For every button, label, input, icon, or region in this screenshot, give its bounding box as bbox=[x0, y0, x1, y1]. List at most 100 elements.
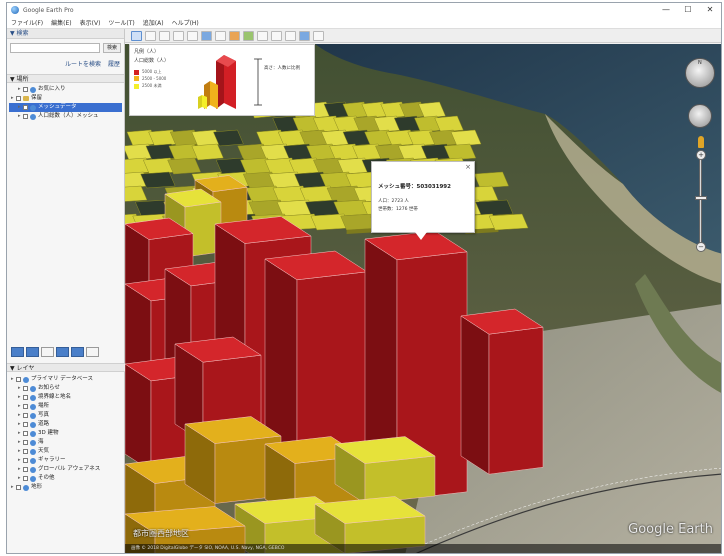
legend-entry-label: 2500 - 5000 bbox=[142, 76, 167, 81]
move-down-button[interactable] bbox=[71, 347, 84, 357]
menu-tools[interactable]: ツール(T) bbox=[108, 18, 134, 27]
path-button[interactable] bbox=[173, 30, 184, 41]
print-button[interactable] bbox=[285, 30, 296, 41]
street-view-pegman-icon[interactable] bbox=[698, 136, 704, 148]
image-overlay-button[interactable] bbox=[187, 30, 198, 41]
options-button[interactable] bbox=[86, 347, 99, 357]
zoom-out-button[interactable]: − bbox=[696, 242, 706, 252]
mesh-bar-face[interactable] bbox=[488, 326, 544, 475]
add-place-button[interactable] bbox=[11, 347, 24, 357]
layer-item[interactable]: ▸ 写真 bbox=[9, 411, 123, 420]
globe-icon bbox=[30, 448, 36, 455]
menu-view[interactable]: 表示(V) bbox=[80, 18, 101, 27]
move-up-button[interactable] bbox=[56, 347, 69, 357]
planets-button[interactable] bbox=[243, 30, 254, 41]
layer-item[interactable]: ▸ 境界線と地名 bbox=[9, 393, 123, 402]
historical-imagery-button[interactable] bbox=[215, 30, 226, 41]
legend-entry: 2500 未満 bbox=[134, 83, 161, 89]
layer-checkbox[interactable] bbox=[23, 404, 28, 409]
layer-label: ギャラリー bbox=[38, 457, 66, 463]
sunlight-button[interactable] bbox=[229, 30, 240, 41]
close-button[interactable]: ✕ bbox=[699, 3, 721, 17]
mesh-cell[interactable] bbox=[443, 143, 477, 161]
mesh-cell[interactable] bbox=[475, 199, 514, 217]
menu-file[interactable]: ファイル(F) bbox=[11, 18, 43, 27]
layer-item[interactable]: ▸ 場所 bbox=[9, 402, 123, 411]
sidebar-toggle-button[interactable] bbox=[131, 30, 142, 41]
layer-item[interactable]: ▸ ギャラリー bbox=[9, 456, 123, 465]
maximize-button[interactable]: ☐ bbox=[677, 3, 699, 17]
layer-checkbox[interactable] bbox=[23, 422, 28, 427]
history-link[interactable]: 履歴 bbox=[108, 61, 120, 68]
place-item[interactable]: ▸ お気に入り bbox=[9, 85, 122, 94]
layer-checkbox[interactable] bbox=[23, 386, 28, 391]
balloon-close-button[interactable]: × bbox=[465, 163, 471, 171]
place-checkbox[interactable] bbox=[23, 87, 28, 92]
mesh-cell[interactable] bbox=[191, 143, 224, 161]
mesh-cell[interactable] bbox=[488, 213, 529, 231]
layer-checkbox[interactable] bbox=[23, 476, 28, 481]
placemark-button[interactable] bbox=[145, 30, 156, 41]
menu-add[interactable]: 追加(A) bbox=[143, 18, 164, 27]
layer-item[interactable]: ▸ 海 bbox=[9, 438, 123, 447]
layer-checkbox[interactable] bbox=[23, 431, 28, 436]
3d-mesh-scene[interactable] bbox=[125, 44, 721, 553]
layer-item[interactable]: ▸ お知らせ bbox=[9, 384, 123, 393]
layers-tree: ▸ プライマリ データベース ▸ お知らせ ▸ 境界線と地名 ▸ 場所 ▸ 写真 ▸ 道路 ▸ 3D 建物… bbox=[7, 373, 125, 494]
ruler-button[interactable] bbox=[257, 30, 268, 41]
layer-checkbox[interactable] bbox=[23, 467, 28, 472]
zoom-in-button[interactable]: + bbox=[696, 150, 706, 160]
layer-item[interactable]: ▸ 地形 bbox=[9, 483, 123, 492]
layer-checkbox[interactable] bbox=[23, 440, 28, 445]
search-input[interactable] bbox=[10, 43, 100, 53]
move-joystick[interactable] bbox=[688, 104, 712, 128]
layer-checkbox[interactable] bbox=[23, 449, 28, 454]
layer-checkbox[interactable] bbox=[23, 458, 28, 463]
mesh-cell[interactable] bbox=[140, 171, 176, 189]
place-item[interactable]: ▸ メッシュデータ bbox=[9, 103, 122, 112]
places-tree: ▸ お気に入り ▸ 保留 ▸ メッシュデータ ▸ 人口総数（人）メッシュ bbox=[7, 83, 124, 123]
route-link[interactable]: ルートを検索 bbox=[65, 61, 101, 68]
view-in-maps-button[interactable] bbox=[313, 30, 324, 41]
layer-item[interactable]: ▸ プライマリ データベース bbox=[9, 375, 123, 384]
layer-item[interactable]: ▸ 3D 建物 bbox=[9, 429, 123, 438]
mesh-bar-face[interactable] bbox=[460, 315, 490, 475]
mesh-cell[interactable] bbox=[167, 157, 201, 175]
layer-checkbox[interactable] bbox=[23, 395, 28, 400]
layer-item[interactable]: ▸ 道路 bbox=[9, 420, 123, 429]
record-tour-button[interactable] bbox=[201, 30, 212, 41]
layer-item[interactable]: ▸ その他 bbox=[9, 474, 123, 483]
layer-item[interactable]: ▸ グローバル アウェアネス bbox=[9, 465, 123, 474]
mesh-bar-face[interactable] bbox=[364, 455, 436, 504]
menu-help[interactable]: ヘルプ(H) bbox=[172, 18, 199, 27]
places-panel-header[interactable]: ▼ 場所 bbox=[7, 74, 124, 83]
email-button[interactable] bbox=[271, 30, 282, 41]
place-checkbox[interactable] bbox=[23, 105, 28, 110]
polygon-button[interactable] bbox=[159, 30, 170, 41]
layers-panel-header[interactable]: ▼ レイヤ bbox=[7, 363, 125, 372]
place-item[interactable]: ▸ 保留 bbox=[9, 94, 122, 103]
layer-checkbox[interactable] bbox=[23, 413, 28, 418]
compass-ring[interactable]: N bbox=[685, 58, 715, 88]
layer-checkbox[interactable] bbox=[16, 485, 21, 490]
add-folder-button[interactable] bbox=[26, 347, 39, 357]
map-viewport[interactable]: 凡例（人） 人口総数（人） 5000 以上 2500 - 5000 2500 未… bbox=[125, 44, 721, 553]
place-item[interactable]: ▸ 人口総数（人）メッシュ bbox=[9, 112, 122, 121]
search-button[interactable]: 検索 bbox=[103, 43, 121, 53]
layer-item[interactable]: ▸ 天気 bbox=[9, 447, 123, 456]
place-checkbox[interactable] bbox=[23, 114, 28, 119]
menu-edit[interactable]: 編集(E) bbox=[51, 18, 71, 27]
mesh-cell[interactable] bbox=[473, 171, 509, 189]
zoom-slider-track[interactable] bbox=[699, 156, 702, 248]
legend-entry: 5000 以上 bbox=[134, 69, 161, 75]
search-panel-header[interactable]: ▼ 検索 bbox=[7, 29, 124, 39]
mesh-bar-face[interactable] bbox=[125, 363, 152, 472]
place-checkbox[interactable] bbox=[16, 96, 21, 101]
layer-checkbox[interactable] bbox=[16, 377, 21, 382]
zoom-slider-thumb[interactable] bbox=[695, 196, 707, 200]
legend-swatch-high bbox=[134, 69, 139, 75]
globe-icon bbox=[23, 484, 29, 491]
save-image-button[interactable] bbox=[299, 30, 310, 41]
legend-entry: 2500 - 5000 bbox=[134, 76, 166, 81]
minimize-button[interactable]: — bbox=[655, 3, 677, 17]
